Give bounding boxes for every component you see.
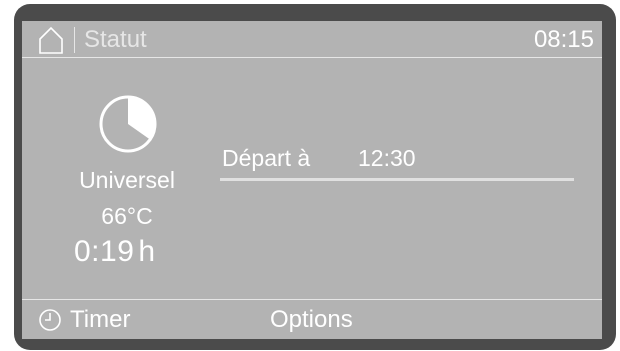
start-time-label: Départ à — [222, 145, 311, 171]
program-temperature: 66°C — [101, 203, 153, 229]
clock-icon — [39, 309, 61, 331]
display-screen: Statut 08:15 Universel 66°C 0:19 h Départ… — [22, 21, 602, 339]
options-button[interactable]: Options — [270, 303, 353, 337]
start-time-value: 12:30 — [358, 145, 416, 171]
home-button[interactable] — [36, 25, 66, 55]
program-name: Universel — [79, 167, 175, 193]
options-label: Options — [270, 306, 353, 333]
start-time-underline — [220, 178, 574, 181]
duration-unit: h — [138, 235, 156, 268]
header-divider — [74, 27, 75, 53]
footer-bar: Timer Options — [22, 299, 602, 339]
clock-time: 08:15 — [533, 26, 594, 53]
program-duration: 0:19 h — [74, 234, 156, 270]
header-bar: Statut 08:15 — [22, 21, 602, 58]
page-title: Statut — [84, 26, 147, 53]
home-icon — [39, 26, 63, 54]
timer-label: Timer — [70, 306, 131, 333]
timer-button[interactable]: Timer — [38, 303, 130, 337]
duration-value: 0:19 — [74, 235, 135, 268]
partial-pie-progress-icon — [99, 95, 157, 153]
start-time-setting[interactable]: Départ à 12:30 — [220, 143, 574, 203]
